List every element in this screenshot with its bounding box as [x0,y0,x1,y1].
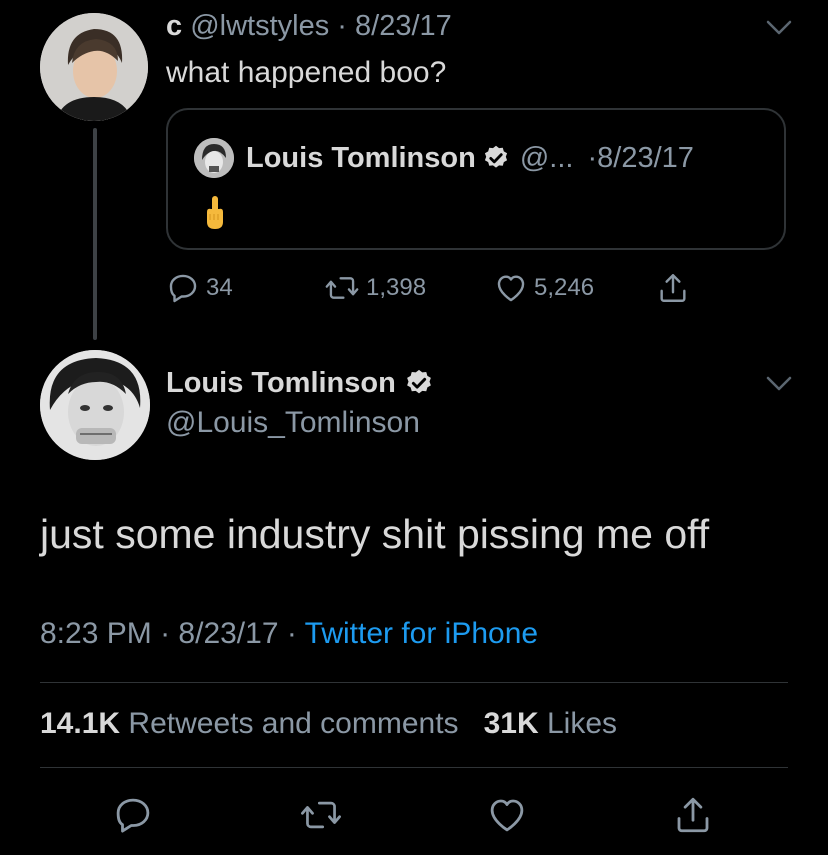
reply-handle[interactable]: @lwtstyles [190,10,329,42]
main-chevron-down-icon[interactable] [762,372,796,396]
likes-label: Likes [546,707,618,740]
main-tweet-text: just some industry shit pissing me off [40,511,710,557]
retweets-count: 14.1K [40,707,121,740]
like-button[interactable] [482,790,532,840]
reply-avatar[interactable] [40,13,148,121]
share-button[interactable] [668,790,718,840]
retweet-icon [325,277,359,299]
reply-chevron-down-icon[interactable] [762,16,796,40]
meta-separator-2: · [286,617,297,650]
quoted-verified-badge-icon [484,145,507,168]
verified-badge-icon [406,369,431,394]
middle-finger-emoji-icon [207,196,223,229]
retweet-icon [301,801,341,829]
comment-icon [169,274,197,303]
quoted-handle: @... [519,142,574,174]
reply-share-action[interactable] [656,268,696,308]
reply-avatar-image [40,13,148,121]
comment-button[interactable] [108,790,158,840]
heart-icon [490,799,524,832]
reply-separator: · [337,10,347,42]
likes-count: 31K [483,707,539,740]
main-avatar[interactable] [40,350,150,460]
reply-text: what happened boo? [166,56,447,89]
main-author-name-row[interactable]: Louis Tomlinson [166,364,434,402]
quoted-name: Louis Tomlinson [246,142,476,174]
reply-header: c @lwtstyles · 8/23/17 [166,8,452,44]
tweet-date[interactable]: 8/23/17 [178,617,278,650]
tweet-action-bar [0,790,828,840]
share-icon [660,274,686,302]
quoted-avatar-image [194,138,234,178]
main-author-handle[interactable]: @Louis_Tomlinson [166,404,420,442]
retweet-button[interactable] [296,790,346,840]
tweet-meta: 8:23 PM · 8/23/17 · Twitter for iPhone [40,614,538,654]
reply-action-row: 34 1,398 5,246 [166,268,726,308]
comment-icon [116,798,150,833]
reply-date[interactable]: 8/23/17 [355,10,452,42]
reply-comment-action[interactable]: 34 [166,268,233,308]
divider-top [40,682,788,683]
reply-count: 34 [206,274,233,301]
quoted-avatar [194,138,234,178]
share-icon [677,797,709,833]
retweet-count: 1,398 [366,274,427,301]
quoted-tweet-header: Louis Tomlinson @... · 8/23/17 [194,138,694,178]
main-author-name[interactable]: Louis Tomlinson [166,364,396,402]
reply-like-action[interactable]: 5,246 [494,268,594,308]
divider-bottom [40,767,788,768]
quoted-tweet-card[interactable]: Louis Tomlinson @... · 8/23/17 [166,108,786,250]
like-count: 5,246 [534,274,595,301]
tweet-source-link[interactable]: Twitter for iPhone [305,617,538,650]
quoted-separator: · [587,142,598,174]
quoted-date: 8/23/17 [597,142,694,174]
main-avatar-image [40,350,150,460]
thread-line [93,128,97,340]
tweet-stats: 14.1K Retweets and comments 31K Likes [40,704,617,744]
retweets-label: Retweets and comments [128,707,459,740]
heart-icon [497,275,525,302]
retweets-stat[interactable]: 14.1K Retweets and comments [40,707,467,740]
tweet-time[interactable]: 8:23 PM [40,617,152,650]
reply-user-name[interactable]: c [166,10,182,42]
reply-retweet-action[interactable]: 1,398 [324,268,426,308]
likes-stat[interactable]: 31K Likes [484,707,617,740]
meta-separator-1: · [160,617,171,650]
